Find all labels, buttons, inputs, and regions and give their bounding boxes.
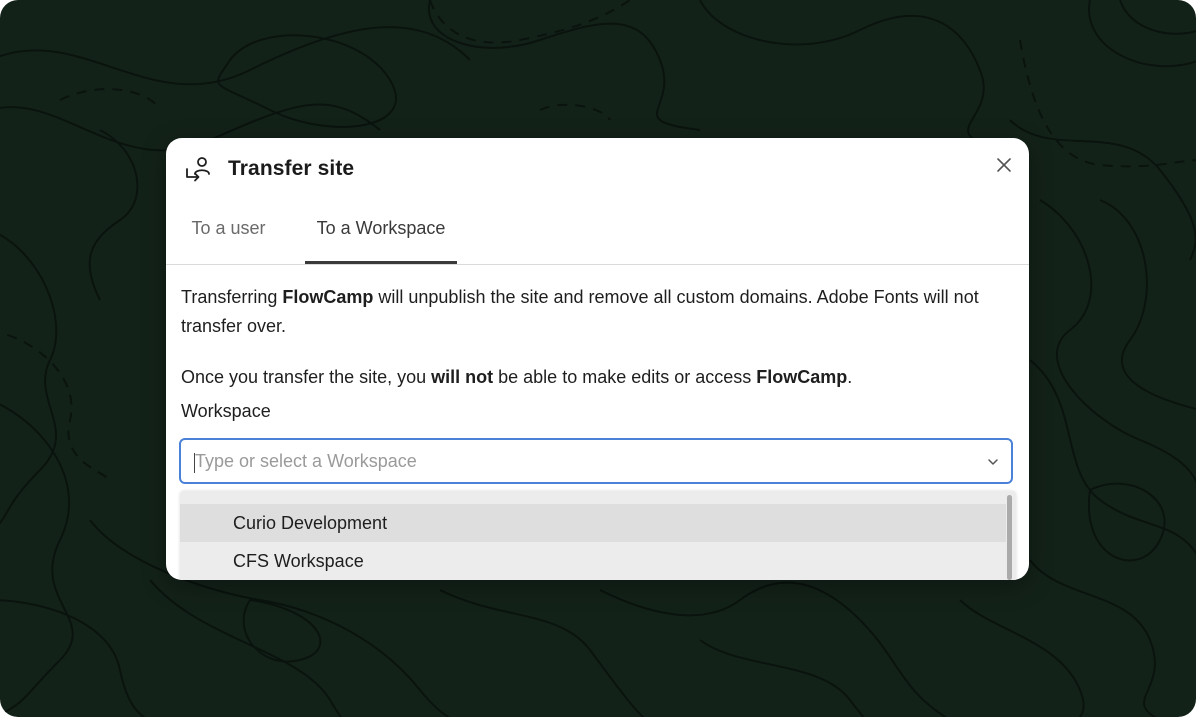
transfer-site-dialog: Transfer site To a user To a Workspace T…: [166, 138, 1029, 580]
warning-text: be able to make edits or access: [493, 367, 757, 387]
dialog-header: Transfer site: [166, 138, 1029, 204]
warning-text: Once you transfer the site, you: [181, 367, 432, 387]
tab-bar: To a user To a Workspace: [166, 204, 1029, 265]
dialog-title: Transfer site: [228, 157, 355, 180]
dropdown-scrollbar[interactable]: [1007, 495, 1012, 580]
transfer-user-icon: [186, 157, 210, 182]
unpublish-warning: Transferring FlowCamp will unpublish the…: [181, 283, 1017, 341]
chevron-down-icon[interactable]: [987, 457, 999, 467]
close-icon[interactable]: [994, 155, 1014, 175]
dropdown-option[interactable]: CFS Workspace: [180, 542, 1006, 580]
workspace-select[interactable]: [179, 438, 1013, 484]
page-background: Transfer site To a user To a Workspace T…: [0, 0, 1196, 717]
access-warning: Once you transfer the site, you will not…: [181, 363, 1017, 392]
tab-to-a-user[interactable]: To a user: [183, 204, 274, 262]
workspace-input[interactable]: [195, 440, 955, 482]
warning-text: .: [847, 367, 853, 387]
tab-to-a-workspace[interactable]: To a Workspace: [305, 204, 457, 264]
warning-text: Transferring: [181, 287, 283, 307]
site-name: FlowCamp: [756, 367, 848, 387]
workspace-label: Workspace: [181, 401, 271, 421]
dropdown-option[interactable]: Curio Development: [180, 504, 1006, 542]
workspace-dropdown: Curio Development CFS Workspace: [180, 491, 1016, 580]
emphasis-text: will not: [431, 367, 494, 387]
site-name: FlowCamp: [282, 287, 374, 307]
